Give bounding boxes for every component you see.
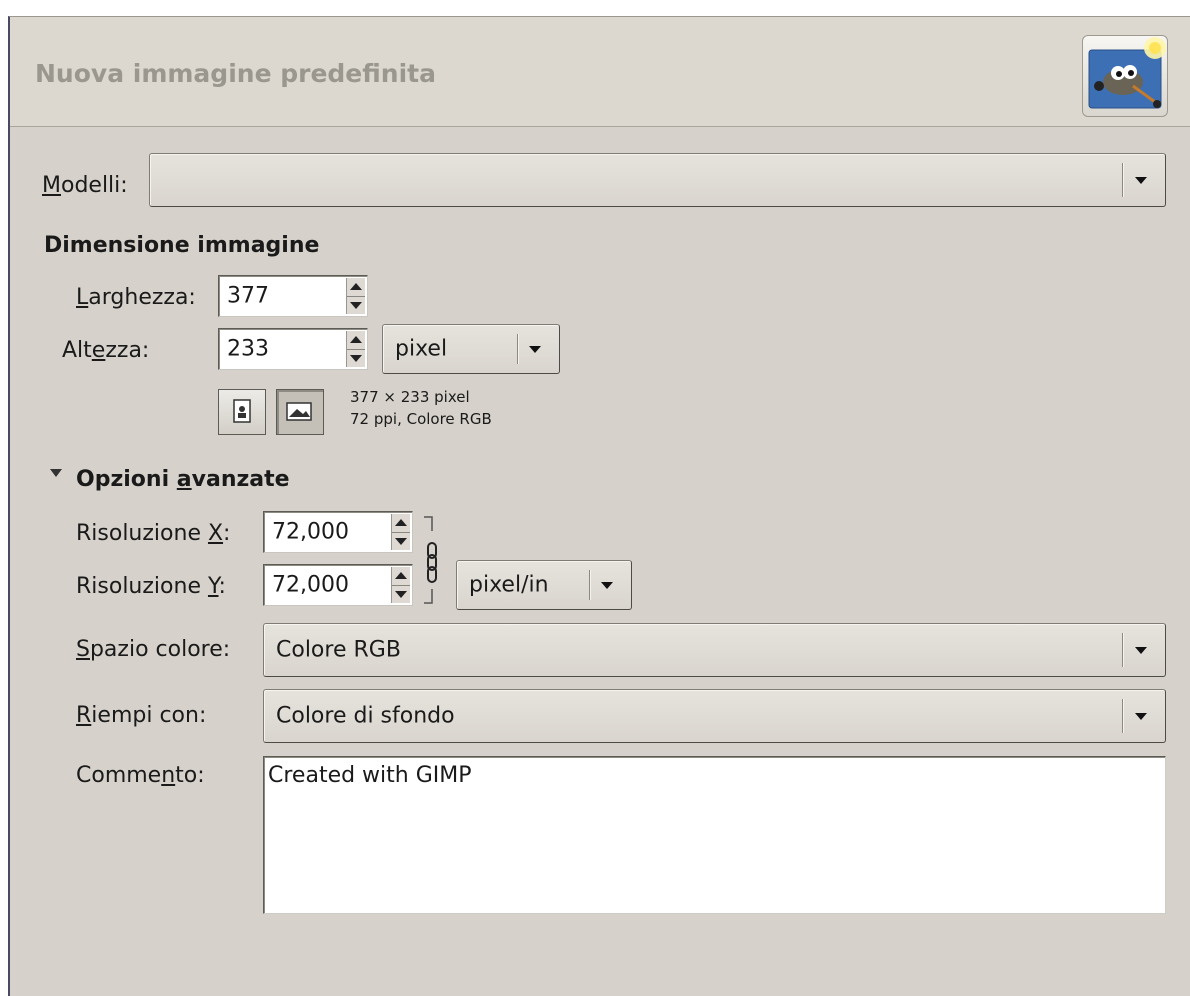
chevron-down-icon bbox=[1135, 177, 1147, 184]
width-spinbutton[interactable]: 377 bbox=[218, 275, 368, 317]
gimp-wilber-icon bbox=[1082, 35, 1168, 117]
chevron-down-icon bbox=[1135, 647, 1147, 654]
x-resolution-spinbutton[interactable]: 72,000 bbox=[263, 511, 413, 553]
image-info: 377 × 233 pixel 72 ppi, Colore RGB bbox=[350, 386, 492, 430]
chevron-down-icon bbox=[1135, 713, 1147, 720]
new-image-dialog: Nuova immagine predefinita Modelli: Dime… bbox=[8, 16, 1190, 996]
portrait-icon bbox=[233, 399, 251, 423]
dialog-title: Nuova immagine predefinita bbox=[35, 59, 436, 88]
dialog-header: Nuova immagine predefinita bbox=[10, 17, 1190, 127]
fill-with-label: Riempi con: bbox=[76, 703, 207, 728]
landscape-button[interactable] bbox=[276, 389, 324, 435]
width-spin-arrows[interactable] bbox=[346, 278, 365, 314]
colorspace-label: Spazio colore: bbox=[76, 637, 231, 662]
height-spinbutton[interactable]: 233 bbox=[218, 328, 368, 370]
size-unit-combo[interactable]: pixel bbox=[382, 324, 560, 374]
x-resolution-spin-arrows[interactable] bbox=[391, 514, 410, 550]
y-resolution-spin-arrows[interactable] bbox=[391, 567, 410, 603]
portrait-button[interactable] bbox=[218, 389, 266, 435]
width-label: Larghezza: bbox=[76, 285, 196, 310]
resolution-unit-combo[interactable]: pixel/in bbox=[456, 560, 632, 610]
height-label: Altezza: bbox=[62, 338, 150, 363]
x-resolution-label: Risoluzione X: bbox=[76, 521, 231, 546]
image-info-dimensions: 377 × 233 pixel bbox=[350, 388, 470, 406]
templates-label: Modelli: bbox=[42, 173, 128, 198]
colorspace-combo[interactable]: Colore RGB bbox=[263, 623, 1166, 677]
expander-arrow-icon[interactable] bbox=[50, 469, 62, 477]
chevron-down-icon bbox=[601, 582, 613, 589]
y-resolution-spinbutton[interactable]: 72,000 bbox=[263, 564, 413, 606]
templates-combo[interactable] bbox=[149, 153, 1166, 207]
comment-label: Commento: bbox=[76, 763, 205, 788]
advanced-options-expander[interactable]: Opzioni avanzate bbox=[76, 467, 290, 493]
chain-link-icon bbox=[424, 516, 437, 604]
comment-textarea[interactable]: Created with GIMP bbox=[263, 756, 1166, 914]
chain-link-button[interactable] bbox=[420, 515, 444, 605]
landscape-icon bbox=[286, 402, 312, 421]
y-resolution-label: Risoluzione Y: bbox=[76, 574, 226, 599]
image-info-resolution: 72 ppi, Colore RGB bbox=[350, 410, 492, 428]
image-size-title: Dimensione immagine bbox=[44, 233, 320, 258]
fill-with-combo[interactable]: Colore di sfondo bbox=[263, 689, 1166, 743]
chevron-down-icon bbox=[529, 346, 541, 353]
height-spin-arrows[interactable] bbox=[346, 331, 365, 367]
